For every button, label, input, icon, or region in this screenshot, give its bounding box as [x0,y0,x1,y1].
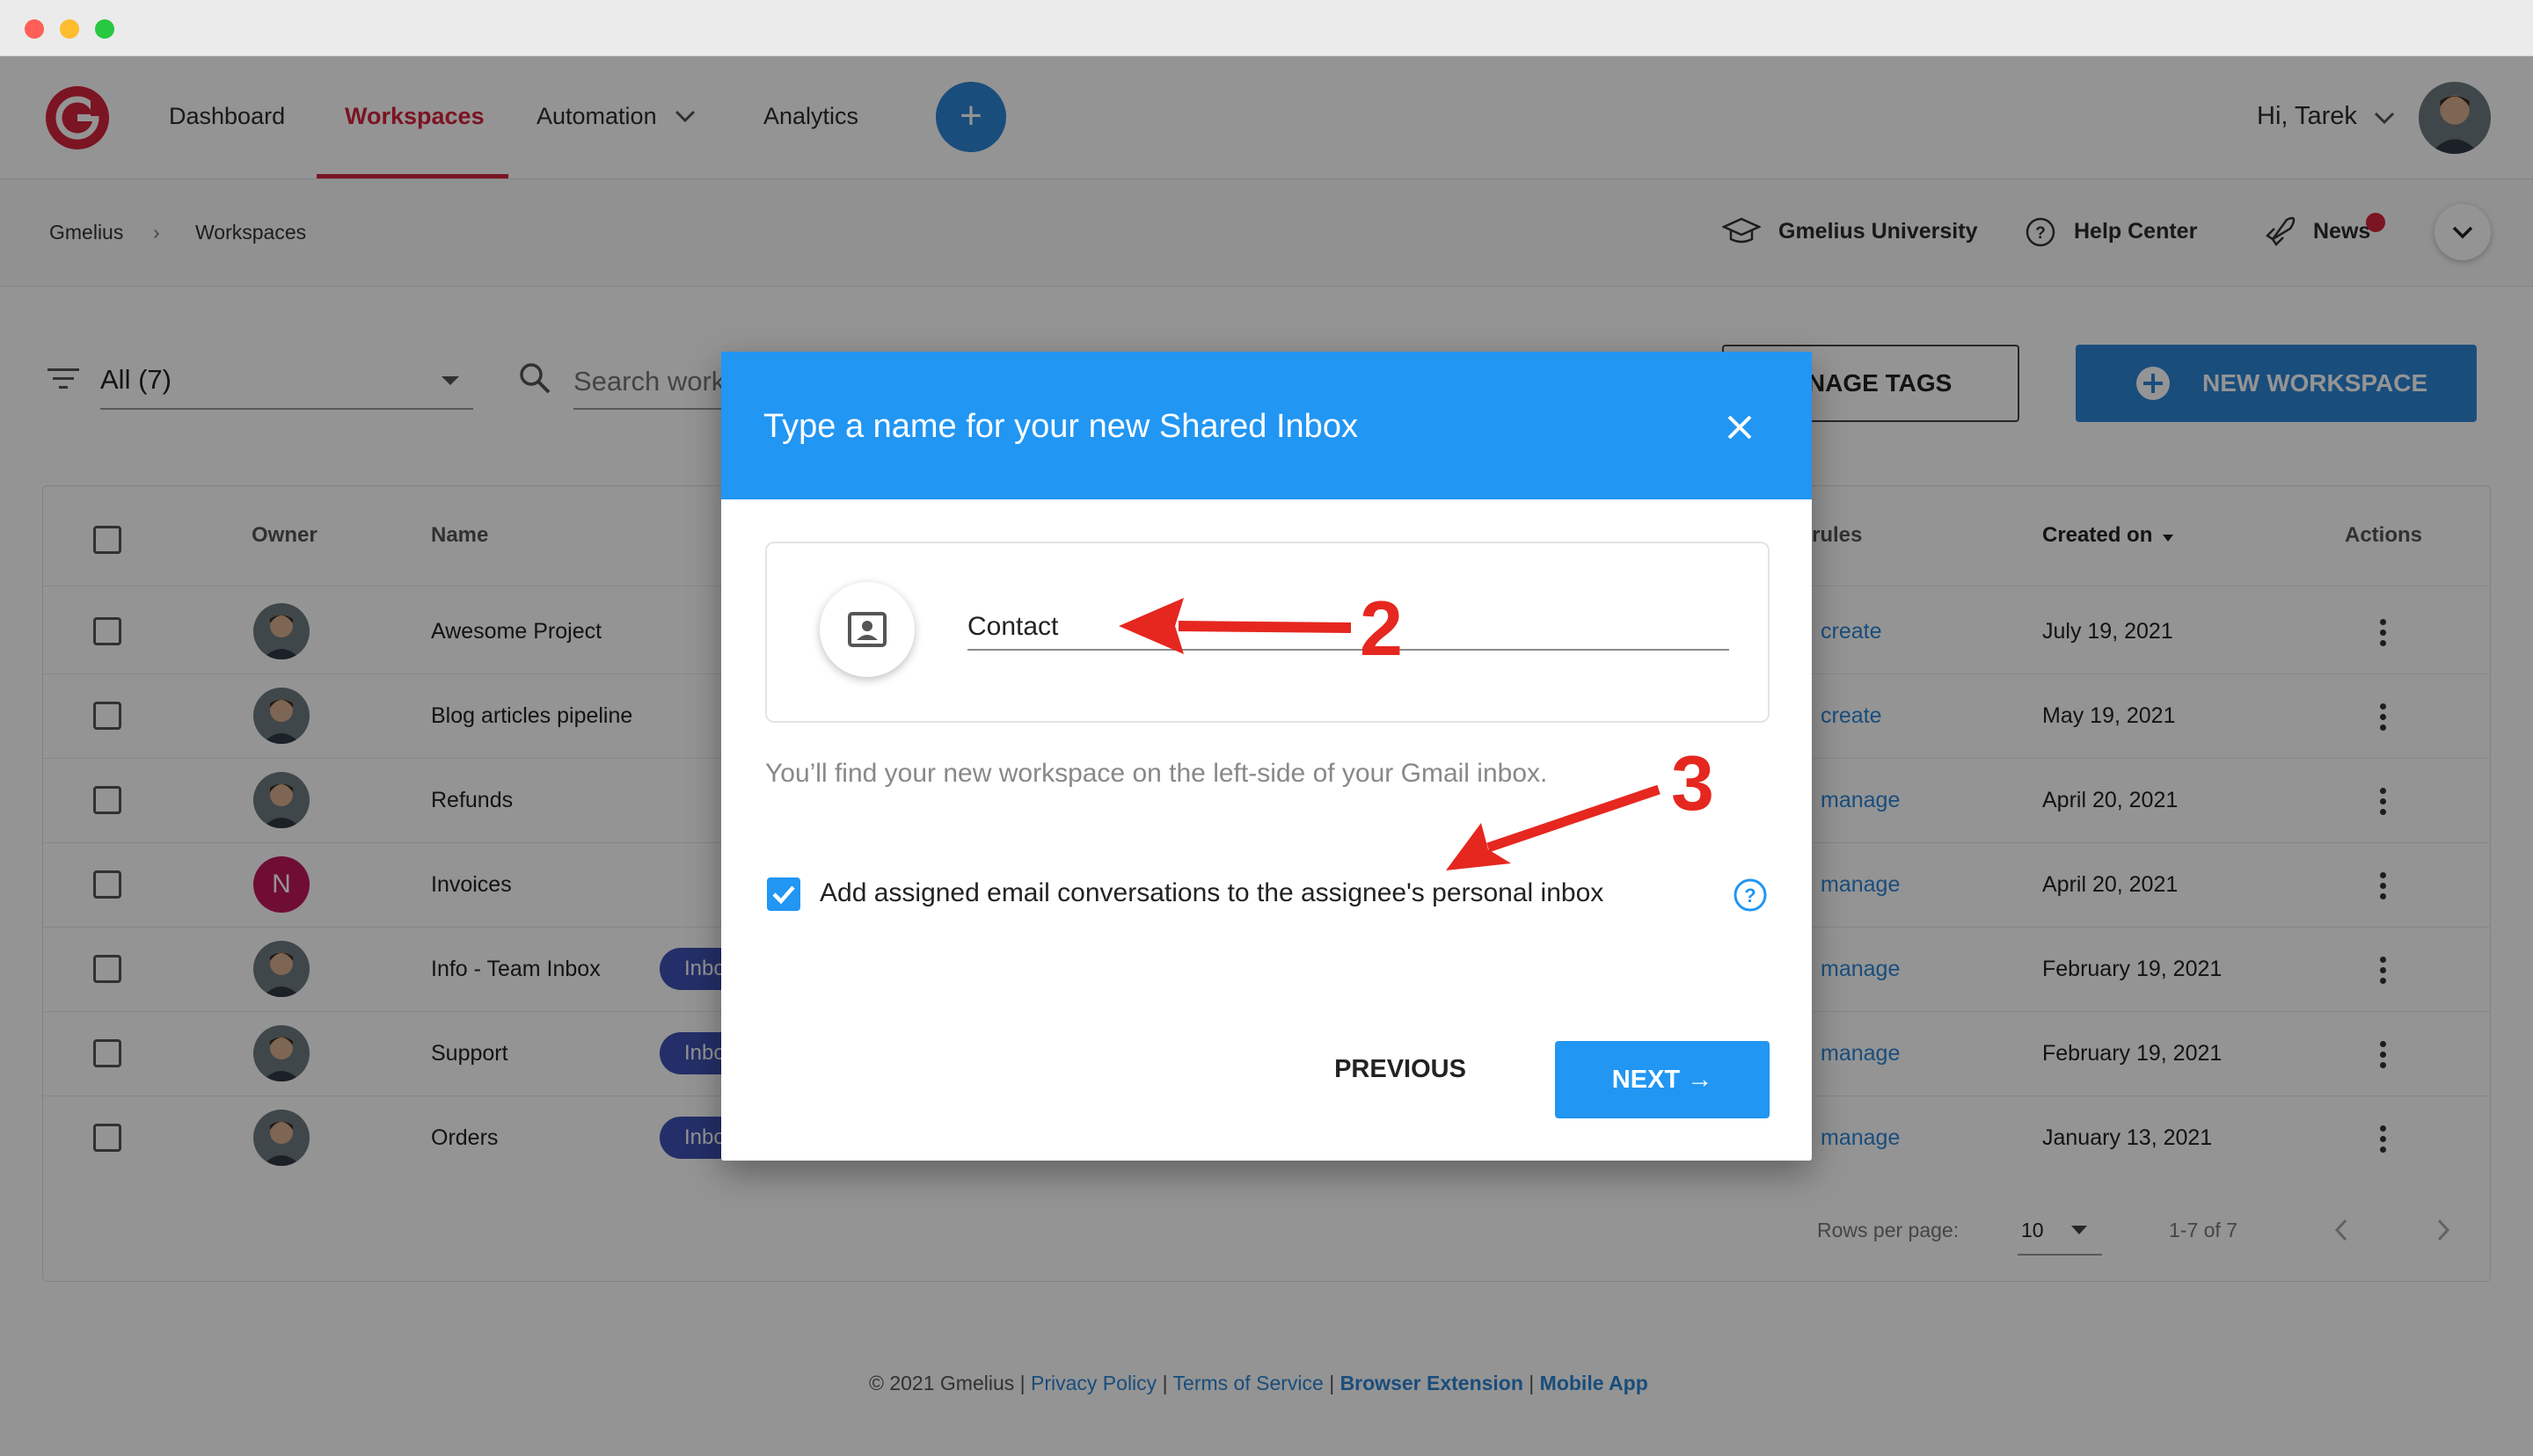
annotation-step-2: 2 [1360,585,1403,672]
help-circle-icon[interactable]: ? [1733,877,1768,913]
next-button[interactable]: NEXT → [1555,1041,1770,1118]
svg-text:?: ? [1744,885,1756,906]
checkmark-icon [772,885,795,905]
assignee-inbox-checkbox[interactable] [767,877,800,911]
dialog-title: Type a name for your new Shared Inbox [763,408,1358,445]
annotation-step-3: 3 [1671,739,1714,826]
annotation-arrow-icon [1119,598,1352,654]
close-window-button[interactable] [25,19,44,39]
previous-button[interactable]: PREVIOUS [1312,1034,1488,1104]
new-shared-inbox-dialog: Type a name for your new Shared Inbox Yo… [721,352,1812,1161]
close-icon[interactable] [1720,408,1759,447]
zoom-window-button[interactable] [95,19,114,39]
workspace-icon-picker[interactable] [820,582,915,677]
image-placeholder-icon [848,612,887,647]
minimize-window-button[interactable] [60,19,79,39]
annotation-arrow-icon [1446,784,1661,870]
window-titlebar [0,0,2533,56]
